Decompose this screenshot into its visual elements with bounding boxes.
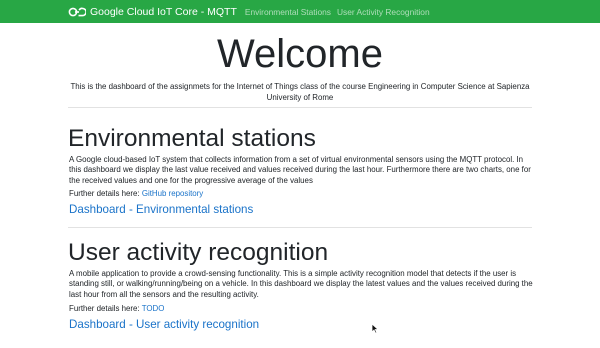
- user-activity-description: A mobile application to provide a crowd-…: [69, 269, 533, 299]
- user-activity-details: Further details here: TODO: [69, 304, 164, 314]
- details-label: Further details here:: [69, 189, 140, 198]
- intro-text: This is the dashboard of the assignmets …: [70, 82, 530, 102]
- user-activity-heading: User activity recognition: [68, 239, 329, 266]
- navbar-brand-label: Google Cloud IoT Core - MQTT: [90, 5, 237, 18]
- dashboard-user-activity-link[interactable]: Dashboard - User activity recognition: [69, 318, 259, 332]
- nav-link-user-activity-recognition[interactable]: User Activity Recognition: [337, 7, 430, 17]
- nav-link-environmental-stations[interactable]: Environmental Stations: [245, 7, 331, 17]
- mouse-cursor-icon: [371, 323, 379, 334]
- github-repository-link[interactable]: GitHub repository: [142, 189, 203, 198]
- todo-link[interactable]: TODO: [142, 304, 165, 313]
- environmental-stations-heading: Environmental stations: [68, 125, 316, 152]
- divider: [68, 107, 532, 108]
- dashboard-environmental-stations-link[interactable]: Dashboard - Environmental stations: [69, 203, 253, 217]
- navbar: Google Cloud IoT Core - MQTT Environment…: [0, 0, 600, 23]
- navbar-brand[interactable]: Google Cloud IoT Core - MQTT: [68, 6, 237, 18]
- environmental-stations-description: A Google cloud-based IoT system that col…: [69, 155, 531, 185]
- environmental-details: Further details here: GitHub repository: [69, 189, 203, 199]
- cloud-link-icon: [68, 7, 86, 16]
- page-title: Welcome: [217, 32, 383, 76]
- details-label: Further details here:: [69, 304, 140, 313]
- divider: [68, 227, 532, 228]
